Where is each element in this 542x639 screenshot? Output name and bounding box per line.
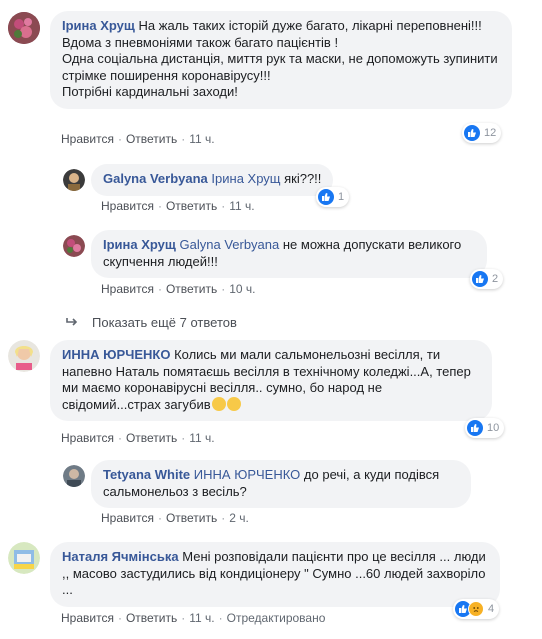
like-link[interactable]: Нравится bbox=[101, 511, 154, 525]
comment-actions: Нравится · Ответить · 2 ч. bbox=[101, 511, 249, 525]
like-reaction-icon bbox=[467, 420, 483, 436]
like-reaction-icon bbox=[472, 271, 488, 287]
like-link[interactable]: Нравится bbox=[101, 282, 154, 296]
like-reaction-icon bbox=[318, 189, 334, 205]
reactions-badge[interactable]: 2 bbox=[470, 269, 504, 289]
reply-arrow-icon bbox=[66, 315, 78, 330]
thinking-emoji-icon bbox=[226, 396, 241, 411]
avatar[interactable] bbox=[8, 542, 40, 574]
reactions-badge[interactable]: 10 bbox=[465, 418, 505, 438]
timestamp[interactable]: 11 ч. bbox=[189, 132, 214, 146]
comment-actions: Нравится · Ответить · 10 ч. bbox=[101, 282, 256, 296]
timestamp[interactable]: 11 ч. bbox=[229, 199, 254, 213]
edited-label[interactable]: Отредактировано bbox=[227, 611, 326, 625]
reply-link[interactable]: Ответить bbox=[126, 431, 177, 445]
reaction-count: 12 bbox=[484, 127, 497, 139]
like-link[interactable]: Нравится bbox=[61, 431, 114, 445]
reaction-count: 10 bbox=[487, 422, 500, 434]
timestamp[interactable]: 10 ч. bbox=[229, 282, 255, 296]
comment-bubble: ИННА ЮРЧЕНКО Колись ми мали сальмонельоз… bbox=[50, 340, 492, 421]
reactions-badge[interactable]: 12 bbox=[462, 123, 502, 143]
avatar[interactable] bbox=[63, 465, 85, 487]
show-more-label: Показать ещё 7 ответов bbox=[92, 315, 237, 330]
reply-link[interactable]: Ответить bbox=[166, 199, 217, 213]
comment-author[interactable]: Наталя Ячмінська bbox=[62, 549, 179, 564]
mention-link[interactable]: Ірина Хрущ bbox=[211, 171, 280, 186]
reactions-badge[interactable]: 1 bbox=[316, 187, 350, 207]
timestamp[interactable]: 11 ч. bbox=[189, 431, 214, 445]
mention-link[interactable]: ИННА ЮРЧЕНКО bbox=[194, 467, 300, 482]
comment-author[interactable]: ИННА ЮРЧЕНКО bbox=[62, 347, 170, 362]
comment-actions: Нравится · Ответить · 11 ч. bbox=[101, 199, 255, 213]
timestamp[interactable]: 2 ч. bbox=[229, 511, 249, 525]
avatar[interactable] bbox=[8, 12, 40, 44]
avatar[interactable] bbox=[63, 235, 85, 257]
comment-author[interactable]: Ірина Хрущ bbox=[103, 237, 176, 252]
comment-author[interactable]: Ірина Хрущ bbox=[62, 18, 135, 33]
comment-author[interactable]: Tetyana White bbox=[103, 467, 190, 482]
comment-actions: Нравится · Ответить · 11 ч. bbox=[61, 431, 215, 445]
comment-bubble: Tetyana White ИННА ЮРЧЕНКО до речі, а ку… bbox=[91, 460, 471, 508]
like-reaction-icon bbox=[464, 125, 480, 141]
comment-text: які??!! bbox=[284, 171, 322, 186]
comment-bubble: Наталя Ячмінська Мені розповідали пацієн… bbox=[50, 542, 500, 607]
comment-actions: Нравится · Ответить · 11 ч. · Отредактировано bbox=[61, 611, 326, 625]
reply-link[interactable]: Ответить bbox=[166, 282, 217, 296]
reaction-count: 1 bbox=[338, 191, 345, 203]
like-link[interactable]: Нравится bbox=[101, 199, 154, 213]
comment-author[interactable]: Galyna Verbyana bbox=[103, 171, 208, 186]
avatar[interactable] bbox=[8, 340, 40, 372]
timestamp[interactable]: 11 ч. bbox=[189, 611, 214, 625]
avatar[interactable] bbox=[63, 169, 85, 191]
reply-link[interactable]: Ответить bbox=[166, 511, 217, 525]
comment-bubble: Galyna Verbyana Ірина Хрущ які??!! bbox=[91, 164, 334, 196]
sad-reaction-icon bbox=[468, 601, 484, 617]
comment-actions: Нравится · Ответить · 11 ч. bbox=[61, 132, 215, 146]
comment-bubble: Ірина Хрущ На жаль таких історій дуже ба… bbox=[50, 11, 512, 109]
reply-link[interactable]: Ответить bbox=[126, 611, 177, 625]
reaction-count: 2 bbox=[492, 273, 499, 285]
like-link[interactable]: Нравится bbox=[61, 611, 114, 625]
comment-bubble: Ірина Хрущ Galyna Verbyana не можна допу… bbox=[91, 230, 487, 278]
like-link[interactable]: Нравится bbox=[61, 132, 114, 146]
mention-link[interactable]: Galyna Verbyana bbox=[180, 237, 280, 252]
show-more-replies-link[interactable]: Показать ещё 7 ответов bbox=[66, 315, 237, 330]
worried-emoji-icon bbox=[211, 396, 226, 411]
reactions-badge[interactable]: 4 bbox=[453, 599, 500, 619]
reply-link[interactable]: Ответить bbox=[126, 132, 177, 146]
reaction-count: 4 bbox=[488, 603, 495, 615]
